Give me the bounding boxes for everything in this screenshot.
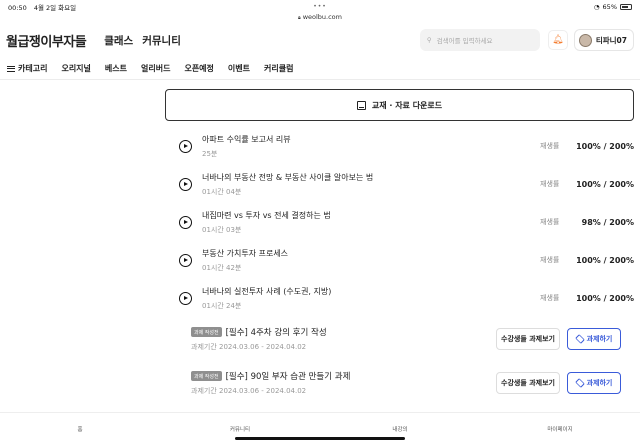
status-left: 00:50 4월 2일 화요일 <box>8 2 81 12</box>
play-rate: 100% / 200% <box>576 255 634 265</box>
lecture-duration: 25분 <box>202 149 218 158</box>
top-nav: 클래스 커뮤니티 <box>104 33 181 48</box>
pencil-icon <box>574 334 585 344</box>
nav-community[interactable]: 커뮤니티 <box>142 33 181 48</box>
browser-dots-icon[interactable]: ••• <box>313 3 327 10</box>
assignment-title: [필수] 4주차 강의 후기 작성 <box>225 328 327 338</box>
wifi-icon: ◔ <box>593 2 600 11</box>
avatar <box>578 33 592 47</box>
play-icon[interactable] <box>179 215 192 229</box>
bottom-tab-bar: 홈 커뮤니티 내강의 마이페이지 <box>0 412 640 445</box>
category-item-upcoming[interactable]: 오픈예정 <box>184 63 213 74</box>
username: 티파니07 <box>595 35 627 45</box>
site-logo[interactable]: 월급쟁이부자들 <box>6 31 87 50</box>
category-menu-button[interactable]: 카테고리 <box>7 63 47 74</box>
lecture-duration: 01시간 42분 <box>202 263 242 272</box>
play-rate-label: 재생률 <box>540 294 560 302</box>
bell-icon: 🔔︎ <box>552 35 564 45</box>
search-icon: ⚲ <box>426 36 432 44</box>
lecture-duration: 01시간 04분 <box>202 187 242 196</box>
lecture-title: 내집마련 vs 투자 vs 전세 결정하는 법 <box>202 210 331 220</box>
battery-percent: 65% <box>602 2 617 11</box>
lecture-title: 너바나의 부동산 전망 & 부동산 사이클 알아보는 법 <box>202 172 374 182</box>
play-rate-label: 재생률 <box>540 256 560 264</box>
view-student-assignments-button[interactable]: 수강생들 과제보기 <box>496 372 560 394</box>
status-right: ◔ 65% <box>594 3 632 11</box>
lecture-item[interactable]: 너바나의 실전투자 사례 (수도권, 지방) 01시간 24분 재생률 100%… <box>165 279 634 317</box>
category-nav: 카테고리 오리지널 베스트 얼리버드 오픈예정 이벤트 커리큘럼 <box>0 58 640 80</box>
pencil-icon <box>574 378 585 388</box>
tab-my-page[interactable]: 마이페이지 <box>480 413 640 445</box>
hamburger-icon <box>7 65 15 72</box>
url-bar[interactable]: 🔒︎ weolbu.com <box>0 13 640 22</box>
play-icon[interactable] <box>179 253 192 267</box>
url-text: weolbu.com <box>302 13 342 21</box>
play-rate-label: 재생률 <box>540 218 560 226</box>
status-time: 00:50 <box>8 3 27 12</box>
category-menu-label: 카테고리 <box>18 64 48 73</box>
lecture-title: 부동산 가치투자 프로세스 <box>202 248 289 258</box>
view-student-assignments-button[interactable]: 수강생들 과제보기 <box>496 328 560 350</box>
play-icon[interactable] <box>179 177 192 191</box>
play-rate-label: 재생률 <box>540 142 560 150</box>
notification-button[interactable]: 🔔︎ <box>547 30 568 50</box>
app-screen: 00:50 4월 2일 화요일 ••• ◔ 65% 🔒︎ weolbu.com 월… <box>0 0 640 445</box>
assignment-item: 과제 작성전 [필수] 90일 부자 습관 만들기 과제 과제기간 2024.0… <box>165 361 634 405</box>
download-label: 교재 · 자료 다운로드 <box>371 100 443 110</box>
assignment-item: 과제 작성전 [필수] 4주차 강의 후기 작성 과제기간 2024.03.06… <box>165 317 634 361</box>
play-icon[interactable] <box>179 139 192 153</box>
play-rate: 100% / 200% <box>576 141 634 151</box>
search-input[interactable]: ⚲ 검색어를 입력하세요 <box>419 29 540 51</box>
do-assignment-label: 과제하기 <box>586 335 613 343</box>
lecture-item[interactable]: 내집마련 vs 투자 vs 전세 결정하는 법 01시간 03분 재생률 98%… <box>165 203 634 241</box>
tab-community[interactable]: 커뮤니티 <box>160 413 320 445</box>
play-icon[interactable] <box>179 291 192 305</box>
battery-icon <box>620 3 632 10</box>
play-rate-label: 재생률 <box>540 180 560 188</box>
lecture-item[interactable]: 부동산 가치투자 프로세스 01시간 42분 재생률 100% / 200% <box>165 241 634 279</box>
category-item-original[interactable]: 오리지널 <box>61 63 90 74</box>
category-item-best[interactable]: 베스트 <box>105 63 127 74</box>
play-rate: 98% / 200% <box>581 217 634 227</box>
assignment-status-badge: 과제 작성전 <box>191 327 222 337</box>
search-placeholder: 검색어를 입력하세요 <box>436 37 493 45</box>
download-materials-button[interactable]: 교재 · 자료 다운로드 <box>165 89 634 121</box>
assignment-title: [필수] 90일 부자 습관 만들기 과제 <box>225 372 351 382</box>
book-icon <box>356 100 366 110</box>
category-item-event[interactable]: 이벤트 <box>228 63 250 74</box>
lecture-title: 너바나의 실전투자 사례 (수도권, 지방) <box>202 286 332 296</box>
do-assignment-button[interactable]: 과제하기 <box>567 372 621 394</box>
play-rate: 100% / 200% <box>576 179 634 189</box>
assignment-status-badge: 과제 작성전 <box>191 371 222 381</box>
tab-my-lectures[interactable]: 내강의 <box>320 413 480 445</box>
lecture-duration: 01시간 24분 <box>202 301 242 310</box>
do-assignment-label: 과제하기 <box>586 379 613 387</box>
status-date: 4월 2일 화요일 <box>33 3 77 12</box>
status-bar: 00:50 4월 2일 화요일 ••• ◔ 65% <box>0 0 640 13</box>
category-item-earlybird[interactable]: 얼리버드 <box>141 63 170 74</box>
lecture-title: 아파트 수익률 보고서 리뷰 <box>202 134 291 144</box>
home-indicator[interactable] <box>235 437 405 440</box>
course-content: 교재 · 자료 다운로드 아파트 수익률 보고서 리뷰 25분 재생률 100%… <box>165 89 634 405</box>
lock-icon: 🔒︎ <box>298 15 301 21</box>
do-assignment-button[interactable]: 과제하기 <box>567 328 621 350</box>
profile-button[interactable]: 티파니07 <box>573 29 634 51</box>
site-header: 월급쟁이부자들 클래스 커뮤니티 ⚲ 검색어를 입력하세요 🔔︎ 티파니07 <box>0 22 640 58</box>
lecture-item[interactable]: 아파트 수익률 보고서 리뷰 25분 재생률 100% / 200% <box>165 127 634 165</box>
tab-home[interactable]: 홈 <box>0 413 160 445</box>
play-rate: 100% / 200% <box>576 293 634 303</box>
lecture-duration: 01시간 03분 <box>202 225 242 234</box>
lecture-item[interactable]: 너바나의 부동산 전망 & 부동산 사이클 알아보는 법 01시간 04분 재생… <box>165 165 634 203</box>
category-item-curriculum[interactable]: 커리큘럼 <box>264 63 293 74</box>
nav-class[interactable]: 클래스 <box>104 33 133 48</box>
